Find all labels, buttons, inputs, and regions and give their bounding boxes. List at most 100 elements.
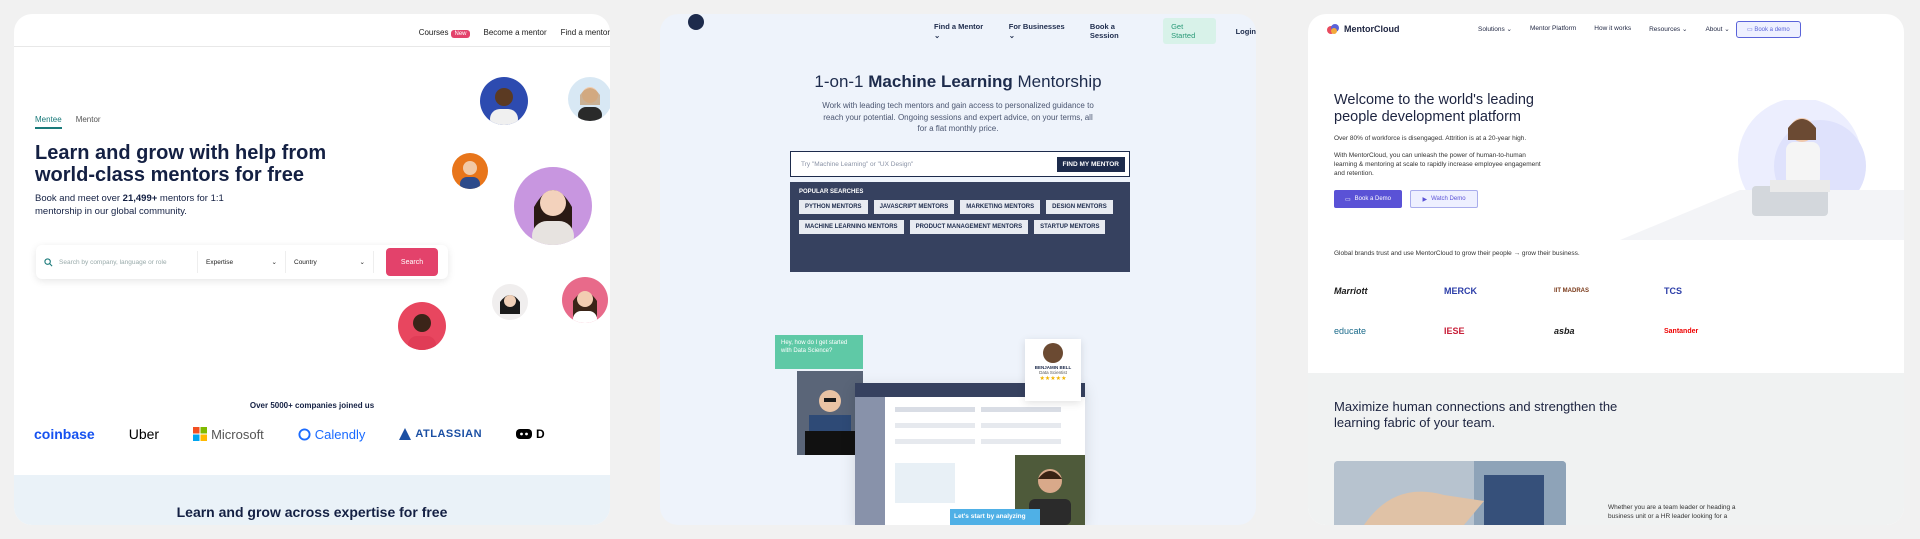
mentor-avatar xyxy=(514,167,592,245)
nav-mentor-platform[interactable]: Mentor Platform xyxy=(1530,25,1576,33)
nav-resources[interactable]: Resources ⌄ xyxy=(1649,25,1687,33)
discord-icon xyxy=(516,429,533,439)
rating-stars: ★★★★★ xyxy=(1039,376,1067,382)
nav-solutions[interactable]: Solutions ⌄ xyxy=(1478,25,1512,33)
hero-subtext: Book and meet over 21,499+ mentors for 1… xyxy=(35,193,224,217)
merck-logo: MERCK xyxy=(1444,286,1477,296)
placeholder-line xyxy=(895,423,975,428)
nav-divider xyxy=(14,46,610,47)
popular-searches: POPULAR SEARCHES PYTHON MENTORS JAVASCRI… xyxy=(790,182,1130,272)
hero-stat: Over 80% of workforce is disengaged. Att… xyxy=(1334,135,1527,142)
search-input[interactable]: Search by company, language or role xyxy=(36,251,198,273)
chip-python[interactable]: PYTHON MENTORS xyxy=(799,200,868,214)
hero-subtitle: Work with leading tech mentors and gain … xyxy=(822,101,1094,133)
site-logo[interactable] xyxy=(688,14,704,30)
book-demo-nav-button[interactable]: ▭ Book a demo xyxy=(1736,20,1801,38)
chip-javascript[interactable]: JAVASCRIPT MENTORS xyxy=(873,200,955,214)
placeholder-line xyxy=(895,407,975,412)
calendar-icon: ▭ xyxy=(1344,196,1351,203)
nav-become-mentor[interactable]: Become a mentor xyxy=(484,28,547,37)
mentor-avatar xyxy=(452,153,488,189)
chevron-down-icon: ⌄ xyxy=(359,259,365,266)
section-title: Learn and grow across expertise for free xyxy=(176,504,448,520)
client-logos: Marriott MERCK IIT MADRAS TCS educate IE… xyxy=(1334,282,1774,340)
mentor-avatar xyxy=(492,284,528,320)
cloud-icon xyxy=(1327,24,1339,34)
mentor-avatar xyxy=(568,77,610,121)
nav-find-mentor[interactable]: Find a mentor xyxy=(561,28,610,37)
search-icon xyxy=(44,257,53,266)
hero-body: With MentorCloud, you can unleash the po… xyxy=(1334,152,1541,177)
hero-image xyxy=(1620,98,1904,240)
panel-mentee-site: Courses New Become a mentor Find a mentor… xyxy=(14,14,610,525)
top-nav: MentorCloud Solutions ⌄ Mentor Platform … xyxy=(1308,18,1904,40)
team-section-title: Maximize human connections and strengthe… xyxy=(1334,399,1618,430)
companies-title: Over 5000+ companies joined us xyxy=(249,401,375,410)
nav-for-businesses[interactable]: For Businesses ⌄ xyxy=(1009,22,1070,40)
iit-madras-logo: IIT MADRAS xyxy=(1554,288,1589,294)
hero-headline: Welcome to the world's leading people de… xyxy=(1334,92,1534,125)
atlassian-logo: ATLASSIAN xyxy=(399,428,482,440)
panel-ml-mentorship-site: Find a Mentor ⌄ For Businesses ⌄ Book a … xyxy=(660,14,1256,525)
book-demo-button[interactable]: ▭ Book a Demo xyxy=(1334,190,1402,208)
mentor-avatar xyxy=(1043,343,1063,363)
nav-book-session[interactable]: Book a Session xyxy=(1090,22,1143,40)
placeholder-line xyxy=(981,407,1061,412)
calendly-icon xyxy=(298,427,311,441)
brand-logo[interactable]: MentorCloud xyxy=(1326,23,1400,35)
microsoft-icon xyxy=(193,427,208,441)
search-button[interactable]: Search xyxy=(386,248,438,276)
mentor-avatar xyxy=(398,302,446,350)
mentor-avatar xyxy=(480,77,528,125)
coinbase-logo: coinbase xyxy=(34,426,95,442)
placeholder-line xyxy=(981,423,1061,428)
chip-product-management[interactable]: PRODUCT MANAGEMENT MENTORS xyxy=(909,220,1029,234)
microsoft-logo: Microsoft xyxy=(193,427,264,442)
handshake-photo xyxy=(1334,461,1566,525)
panel-mentorcloud-site: MentorCloud Solutions ⌄ Mentor Platform … xyxy=(1308,14,1904,525)
uber-logo: Uber xyxy=(128,426,160,442)
hero-illustration: Hey, how do I get started with Data Scie… xyxy=(775,319,1135,525)
placeholder-card xyxy=(895,463,955,503)
mentor-search-input[interactable]: Try "Machine Learning" or "UX Design" FI… xyxy=(790,151,1130,177)
tab-mentor[interactable]: Mentor xyxy=(76,115,101,129)
tcs-logo: TCS xyxy=(1664,286,1682,296)
expertise-select[interactable]: Expertise ⌄ xyxy=(198,251,286,273)
educate-logo: educate xyxy=(1334,326,1367,336)
atlassian-icon xyxy=(399,428,412,440)
hero-title: 1-on-1 Machine Learning Mentorship xyxy=(814,72,1102,91)
mentor-search-bar: Search by company, language or role Expe… xyxy=(36,245,448,279)
search-placeholder: Try "Machine Learning" or "UX Design" xyxy=(801,160,914,168)
find-my-mentor-button[interactable]: FIND MY MENTOR xyxy=(1056,156,1125,172)
hero-headline: Learn and grow with help from world-clas… xyxy=(35,142,327,186)
calendly-logo: Calendly xyxy=(298,427,365,442)
chip-machine-learning[interactable]: MACHINE LEARNING MENTORS xyxy=(799,220,904,234)
nav-about[interactable]: About ⌄ xyxy=(1705,25,1729,33)
team-section-text: Whether you are a team leader or heading… xyxy=(1608,504,1736,520)
chip-startup[interactable]: STARTUP MENTORS xyxy=(1034,220,1106,234)
company-logos: coinbase Uber Microsoft Calendly ATLASSI… xyxy=(34,426,610,442)
mentor-card: BENJAMIN BELL Data Scientist ★★★★★ xyxy=(1025,339,1081,401)
top-nav: Courses New Become a mentor Find a mentor xyxy=(419,22,610,42)
santander-logo: Santander xyxy=(1664,327,1699,335)
nav-how-it-works[interactable]: How it works xyxy=(1594,25,1631,33)
placeholder-line xyxy=(895,439,975,444)
top-nav: Find a Mentor ⌄ For Businesses ⌄ Book a … xyxy=(934,18,1256,44)
chip-design[interactable]: DESIGN MENTORS xyxy=(1046,200,1113,214)
placeholder-line xyxy=(981,439,1061,444)
nav-links: Solutions ⌄ Mentor Platform How it works… xyxy=(1478,25,1730,33)
nav-courses[interactable]: Courses New xyxy=(419,28,470,38)
student-photo xyxy=(797,371,863,455)
marriott-logo: Marriott xyxy=(1334,286,1368,296)
chevron-down-icon: ⌄ xyxy=(271,259,277,266)
watch-demo-button[interactable]: ▶ Watch Demo xyxy=(1410,190,1478,208)
country-select[interactable]: Country ⌄ xyxy=(286,251,374,273)
search-placeholder: Search by company, language or role xyxy=(59,258,167,266)
tab-mentee[interactable]: Mentee xyxy=(35,115,62,129)
chip-list: PYTHON MENTORS JAVASCRIPT MENTORS MARKET… xyxy=(799,200,1121,234)
nav-find-mentor[interactable]: Find a Mentor ⌄ xyxy=(934,22,989,40)
mentor-avatar xyxy=(562,277,608,323)
get-started-button[interactable]: Get Started xyxy=(1163,18,1216,44)
login-link[interactable]: Login xyxy=(1236,27,1256,36)
chip-marketing[interactable]: MARKETING MENTORS xyxy=(960,200,1041,214)
